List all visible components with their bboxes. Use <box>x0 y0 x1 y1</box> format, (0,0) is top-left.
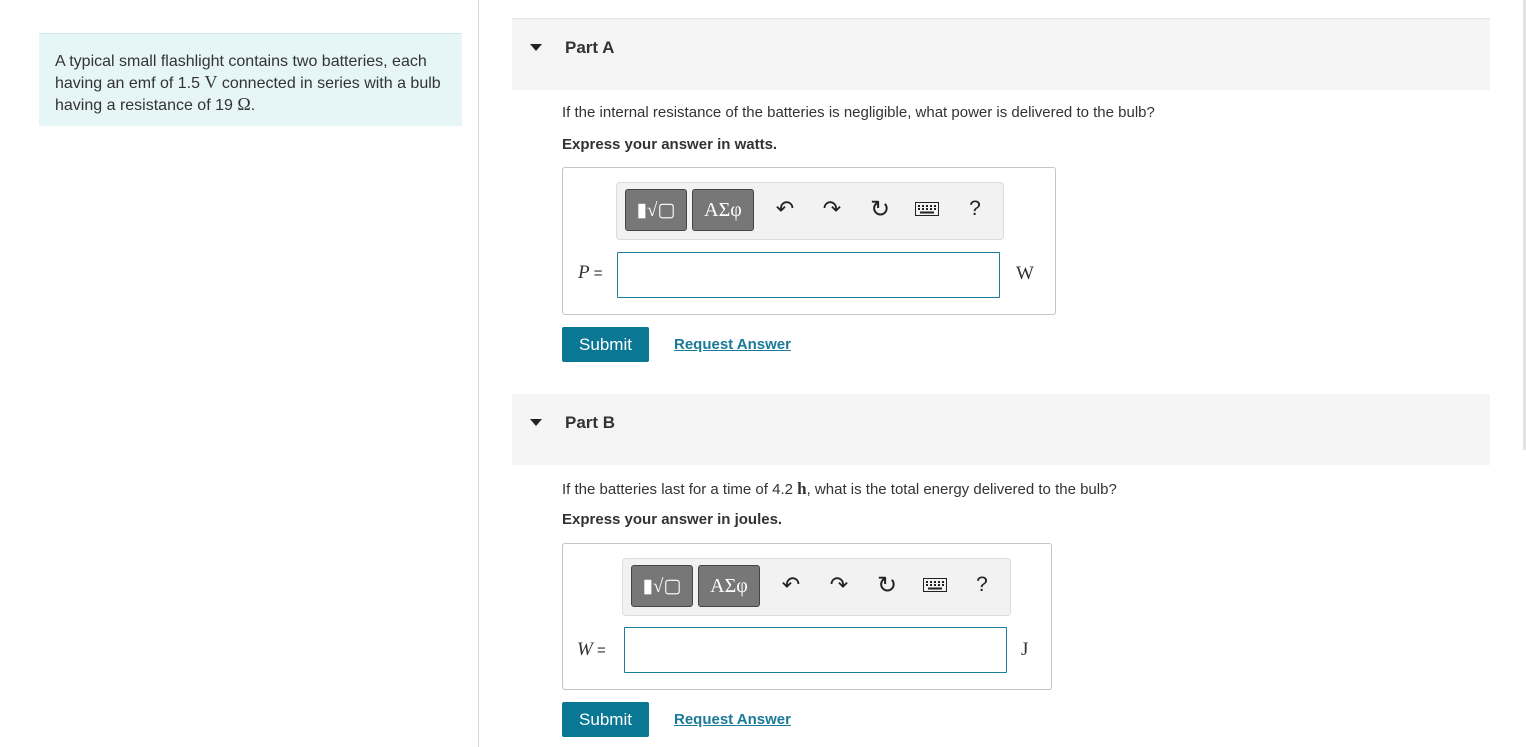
part-a-submit-button[interactable]: Submit <box>562 327 649 362</box>
collapse-caret-icon[interactable] <box>530 44 542 51</box>
part-b-variable-label: W = <box>577 639 606 661</box>
greek-symbols-button[interactable]: ΑΣφ <box>698 565 760 607</box>
part-a-question: If the internal resistance of the batter… <box>562 104 1155 121</box>
left-pane: A typical small flashlight contains two … <box>0 0 479 747</box>
part-b-question-text-1: If the batteries last for a time of 4.2 <box>562 481 798 498</box>
part-a-request-answer-link[interactable]: Request Answer <box>674 336 791 353</box>
intro-text-3: . <box>250 97 256 114</box>
help-icon[interactable]: ? <box>963 197 987 221</box>
greek-symbols-button[interactable]: ΑΣφ <box>692 189 754 231</box>
part-a-answer-input[interactable] <box>617 252 1000 298</box>
part-b-submit-button[interactable]: Submit <box>562 702 649 737</box>
part-b-answer-box: ▮√▢ ΑΣφ ↶ ↷ ↻ ? W = J <box>562 543 1052 690</box>
keyboard-icon[interactable] <box>915 197 939 221</box>
intro-resistance-unit: Ω <box>237 94 251 114</box>
templates-button[interactable]: ▮√▢ <box>631 565 693 607</box>
part-b-question-unit: h <box>797 479 807 498</box>
part-b-instructions: Express your answer in joules. <box>562 511 783 528</box>
part-b-question: If the batteries last for a time of 4.2 … <box>562 479 1117 499</box>
part-a-equals: = <box>589 265 603 282</box>
part-a-variable-label: P = <box>578 262 603 284</box>
keyboard-icon[interactable] <box>923 573 947 597</box>
undo-icon[interactable]: ↶ <box>773 196 797 221</box>
part-a-header[interactable]: Part A <box>512 19 1490 90</box>
part-b-unit: J <box>1021 639 1029 660</box>
part-b-header[interactable]: Part B <box>512 394 1490 465</box>
part-b-question-text-2: , what is the total energy delivered to … <box>806 481 1117 498</box>
part-a-unit: W <box>1016 263 1034 284</box>
intro-emf-unit: V <box>204 72 218 92</box>
part-a-instructions: Express your answer in watts. <box>562 136 778 153</box>
collapse-caret-icon[interactable] <box>530 419 542 426</box>
part-b-title: Part B <box>565 413 616 432</box>
part-a-math-toolbar: ▮√▢ ΑΣφ ↶ ↷ ↻ ? <box>616 182 1004 240</box>
part-a-variable: P <box>578 262 590 283</box>
undo-icon[interactable]: ↶ <box>779 572 803 597</box>
redo-icon[interactable]: ↷ <box>827 572 851 597</box>
reset-icon[interactable]: ↻ <box>875 572 899 599</box>
part-a-title: Part A <box>565 38 615 57</box>
part-b-variable: W <box>577 639 593 660</box>
reset-icon[interactable]: ↻ <box>868 196 892 223</box>
help-icon[interactable]: ? <box>970 573 994 597</box>
part-b-math-toolbar: ▮√▢ ΑΣφ ↶ ↷ ↻ ? <box>622 558 1011 616</box>
part-a-answer-box: ▮√▢ ΑΣφ ↶ ↷ ↻ ? P = W <box>562 167 1056 315</box>
part-b-equals: = <box>592 642 606 659</box>
templates-button[interactable]: ▮√▢ <box>625 189 687 231</box>
part-b-answer-input[interactable] <box>624 627 1007 673</box>
redo-icon[interactable]: ↷ <box>820 196 844 221</box>
problem-intro: A typical small flashlight contains two … <box>39 33 462 126</box>
part-b-request-answer-link[interactable]: Request Answer <box>674 711 791 728</box>
